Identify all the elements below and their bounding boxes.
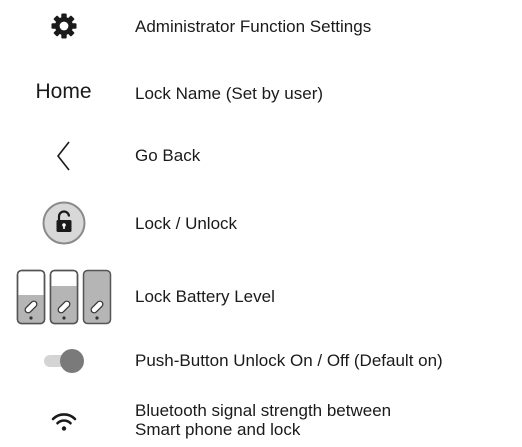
legend-row-bluetooth-signal: Bluetooth signal strength between Smart … bbox=[0, 398, 522, 444]
legend-description: Lock Battery Level bbox=[135, 287, 275, 306]
legend-row-admin-settings: Administrator Function Settings bbox=[0, 0, 522, 52]
padlock-icon bbox=[0, 200, 127, 246]
legend-description-line-1: Bluetooth signal strength between bbox=[135, 401, 392, 420]
toggle-switch-icon bbox=[0, 343, 127, 379]
icon-legend: Administrator Function Settings Home Loc… bbox=[0, 0, 522, 447]
battery-low-icon bbox=[16, 269, 45, 325]
battery-medium-icon bbox=[49, 269, 78, 325]
legend-row-battery-level: Lock Battery Level bbox=[0, 268, 522, 326]
chevron-left-icon bbox=[0, 134, 127, 178]
battery-level-icons bbox=[0, 268, 127, 326]
legend-description: Lock Name (Set by user) bbox=[135, 84, 324, 103]
legend-row-lock-unlock: Lock / Unlock bbox=[0, 200, 522, 246]
wifi-signal-icon bbox=[0, 398, 127, 444]
gear-icon bbox=[0, 0, 127, 52]
home-text-label: Home bbox=[0, 70, 127, 114]
battery-full-icon bbox=[82, 269, 111, 325]
home-label: Home bbox=[35, 80, 92, 103]
legend-description: Administrator Function Settings bbox=[135, 17, 372, 36]
legend-description: Push-Button Unlock On / Off (Default on) bbox=[135, 351, 443, 370]
legend-description-line-2: Smart phone and lock bbox=[135, 420, 301, 439]
legend-description: Lock / Unlock bbox=[135, 214, 238, 233]
legend-row-go-back: Go Back bbox=[0, 134, 522, 178]
legend-row-push-button-unlock: Push-Button Unlock On / Off (Default on) bbox=[0, 343, 522, 379]
legend-description: Go Back bbox=[135, 146, 201, 165]
legend-row-lock-name: Home Lock Name (Set by user) bbox=[0, 70, 522, 114]
legend-description-multiline: Bluetooth signal strength between Smart … bbox=[135, 401, 391, 439]
